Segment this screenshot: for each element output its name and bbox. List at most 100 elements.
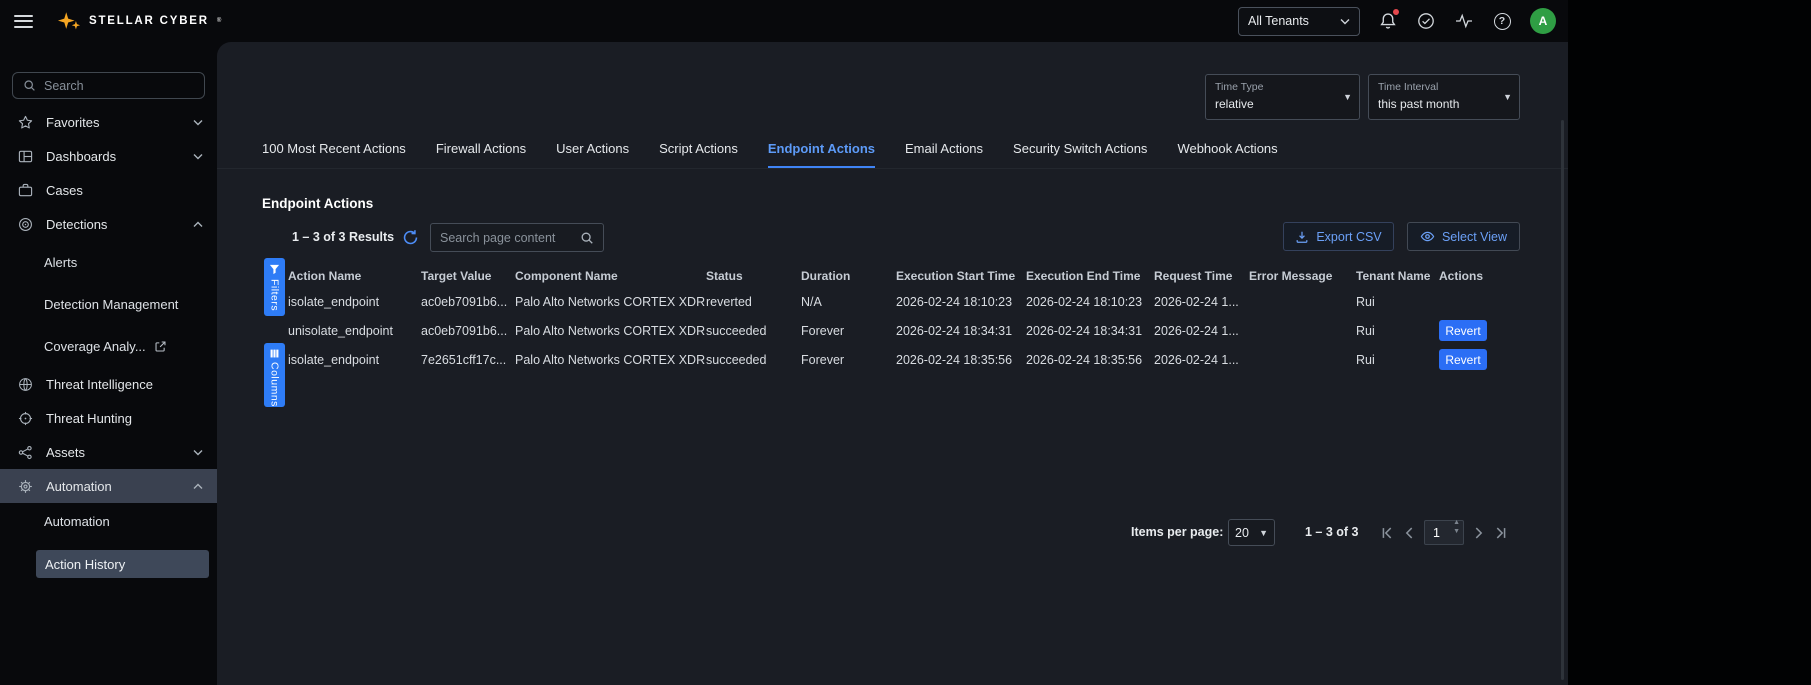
first-page-button[interactable] — [1382, 527, 1394, 539]
col-header-status[interactable]: Status — [706, 269, 801, 283]
export-csv-button[interactable]: Export CSV — [1283, 222, 1394, 251]
items-per-page-value: 20 — [1235, 526, 1249, 540]
refresh-button[interactable] — [402, 229, 420, 247]
download-icon — [1295, 230, 1309, 244]
col-header-execution-start-time[interactable]: Execution Start Time — [896, 269, 1026, 283]
cell-component-name: Palo Alto Networks CORTEX XDR — [515, 324, 706, 338]
help-button[interactable]: ? — [1492, 11, 1512, 31]
caret-down-icon: ▼ — [1343, 92, 1352, 102]
eye-icon — [1420, 229, 1435, 244]
sidebar-item-label: Alerts — [44, 255, 77, 270]
tab-script-actions[interactable]: Script Actions — [659, 141, 738, 168]
activity-pulse-icon — [1455, 12, 1473, 30]
tasks-button[interactable] — [1416, 11, 1436, 31]
brand-logo: STELLAR CYBER ® — [57, 11, 221, 32]
system-health-button[interactable] — [1454, 11, 1474, 31]
cell-actions: Revert — [1439, 320, 1536, 341]
refresh-icon — [402, 229, 419, 246]
page-search-input[interactable] — [440, 231, 574, 245]
window-scrollbar[interactable] — [1561, 120, 1564, 680]
sidebar-item-dashboards[interactable]: Dashboards — [0, 139, 217, 173]
sidebar-item-label: Coverage Analy... — [44, 339, 146, 354]
page-number-stepper[interactable]: ▲▼ — [1453, 523, 1460, 541]
cell-request-time: 2026-02-24 1... — [1154, 324, 1249, 338]
cell-status: succeeded — [706, 324, 801, 338]
sidebar-item-label: Automation — [44, 514, 110, 529]
col-header-tenant-name[interactable]: Tenant Name — [1356, 269, 1439, 283]
tab-security-switch-actions[interactable]: Security Switch Actions — [1013, 141, 1147, 168]
tab-100-most-recent-actions[interactable]: 100 Most Recent Actions — [262, 141, 406, 168]
sidebar-item-coverage-analysis[interactable]: Coverage Analy... — [0, 325, 217, 367]
tab-firewall-actions[interactable]: Firewall Actions — [436, 141, 526, 168]
page-number-input-wrap: ▲▼ — [1424, 520, 1464, 545]
crosshair-icon — [17, 411, 33, 426]
columns-panel-tab[interactable]: Columns — [264, 343, 285, 407]
chevron-up-icon — [193, 221, 203, 228]
select-view-button[interactable]: Select View — [1407, 222, 1520, 251]
cell-status: reverted — [706, 295, 801, 309]
tab-webhook-actions[interactable]: Webhook Actions — [1177, 141, 1277, 168]
cell-execution-end-time: 2026-02-24 18:34:31 — [1026, 324, 1154, 338]
sidebar-item-automation[interactable]: Automation — [0, 503, 217, 539]
last-page-button[interactable] — [1494, 527, 1506, 539]
revert-button[interactable]: Revert — [1439, 349, 1487, 370]
items-per-page-label: Items per page: — [1131, 525, 1223, 539]
sidebar-item-label: Favorites — [46, 115, 99, 130]
time-type-dropdown[interactable]: Time Type relative ▼ — [1205, 74, 1360, 120]
time-interval-dropdown[interactable]: Time Interval this past month ▼ — [1368, 74, 1520, 120]
check-circle-icon — [1417, 12, 1435, 30]
sidebar-search[interactable] — [12, 72, 205, 99]
sidebar-search-input[interactable] — [44, 79, 194, 93]
page-number-input[interactable] — [1425, 526, 1449, 540]
page-search[interactable] — [430, 223, 604, 252]
tenant-selector[interactable]: All Tenants — [1238, 7, 1360, 36]
stepper-down-icon[interactable]: ▼ — [1453, 532, 1460, 541]
funnel-icon — [269, 264, 280, 275]
sidebar-item-assets[interactable]: Assets — [0, 435, 217, 469]
col-header-component-name[interactable]: Component Name — [515, 269, 706, 283]
items-per-page-select[interactable]: 20 ▼ — [1228, 519, 1275, 546]
screen: STELLAR CYBER ® All Tenants — [0, 0, 1811, 685]
revert-button[interactable]: Revert — [1439, 320, 1487, 341]
cell-execution-start-time: 2026-02-24 18:10:23 — [896, 295, 1026, 309]
sidebar: Favorites Dashboards Cases — [0, 42, 217, 685]
chevron-down-icon — [193, 449, 203, 456]
sidebar-item-cases[interactable]: Cases — [0, 173, 217, 207]
sidebar-item-threat-intelligence[interactable]: Threat Intelligence — [0, 367, 217, 401]
sidebar-item-favorites[interactable]: Favorites — [0, 105, 217, 139]
menu-icon[interactable] — [14, 15, 33, 28]
col-header-target-value[interactable]: Target Value — [421, 269, 515, 283]
filters-panel-tab[interactable]: Filters — [264, 258, 285, 316]
col-header-request-time[interactable]: Request Time — [1154, 269, 1249, 283]
cell-duration: Forever — [801, 324, 896, 338]
time-type-label: Time Type — [1215, 81, 1337, 93]
tab-email-actions[interactable]: Email Actions — [905, 141, 983, 168]
previous-page-button[interactable] — [1404, 527, 1414, 539]
next-page-button[interactable] — [1474, 527, 1484, 539]
sidebar-item-automation-group[interactable]: Automation — [0, 469, 217, 503]
col-header-error-message[interactable]: Error Message — [1249, 269, 1356, 283]
tab-user-actions[interactable]: User Actions — [556, 141, 629, 168]
notifications-button[interactable] — [1378, 11, 1398, 31]
user-avatar[interactable]: A — [1530, 8, 1556, 34]
cell-action-name: isolate_endpoint — [288, 295, 421, 309]
chevron-up-icon — [193, 483, 203, 490]
tab-endpoint-actions[interactable]: Endpoint Actions — [768, 141, 875, 168]
col-header-duration[interactable]: Duration — [801, 269, 896, 283]
sidebar-item-alerts[interactable]: Alerts — [0, 241, 217, 283]
sidebar-item-threat-hunting[interactable]: Threat Hunting — [0, 401, 217, 435]
dashboard-icon — [17, 149, 33, 164]
col-header-actions[interactable]: Actions — [1439, 269, 1536, 283]
external-link-icon — [154, 340, 167, 353]
sidebar-item-detection-management[interactable]: Detection Management — [0, 283, 217, 325]
cell-tenant-name: Rui — [1356, 324, 1439, 338]
globe-icon — [17, 377, 33, 392]
col-header-action-name[interactable]: Action Name — [288, 269, 421, 283]
col-header-execution-end-time[interactable]: Execution End Time — [1026, 269, 1154, 283]
cell-tenant-name: Rui — [1356, 353, 1439, 367]
caret-down-icon: ▼ — [1259, 528, 1268, 538]
caret-down-icon: ▼ — [1503, 92, 1512, 102]
gear-icon — [17, 479, 33, 494]
sidebar-item-detections[interactable]: Detections — [0, 207, 217, 241]
sidebar-item-action-history[interactable]: Action History — [36, 550, 209, 578]
